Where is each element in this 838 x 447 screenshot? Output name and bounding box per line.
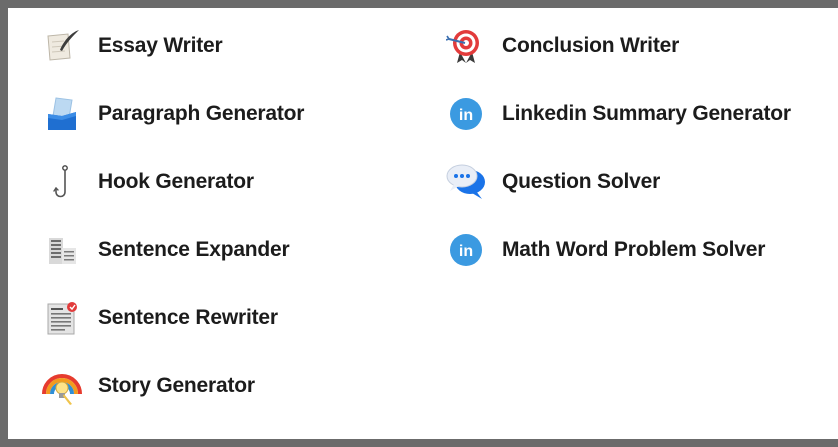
tool-label: Essay Writer (98, 34, 223, 57)
linkedin-icon: in (444, 228, 488, 272)
tool-list-panel: Essay Writer Paragraph Generator Hook Ge… (8, 8, 838, 439)
target-arrow-icon (444, 24, 488, 68)
tool-paragraph-generator[interactable]: Paragraph Generator (40, 92, 304, 136)
hook-icon (40, 160, 84, 204)
tool-essay-writer[interactable]: Essay Writer (40, 24, 223, 68)
tool-label: Sentence Rewriter (98, 306, 278, 329)
folder-page-icon (40, 92, 84, 136)
tool-math-word-problem-solver[interactable]: in Math Word Problem Solver (444, 228, 765, 272)
tool-label: Conclusion Writer (502, 34, 680, 57)
tool-label: Sentence Expander (98, 238, 290, 261)
tool-label: Math Word Problem Solver (502, 238, 766, 261)
tool-sentence-rewriter[interactable]: Sentence Rewriter (40, 296, 278, 340)
tool-label: Hook Generator (98, 170, 254, 193)
tool-question-solver[interactable]: Question Solver (444, 160, 660, 204)
tool-label: Story Generator (98, 374, 255, 397)
document-lines-icon (40, 228, 84, 272)
rainbow-lightbulb-icon (40, 364, 84, 408)
tool-label: Linkedin Summary Generator (502, 102, 791, 125)
tool-linkedin-summary-generator[interactable]: in Linkedin Summary Generator (444, 92, 791, 136)
svg-text:in: in (459, 243, 473, 260)
newspaper-pen-icon (40, 296, 84, 340)
linkedin-icon: in (444, 92, 488, 136)
tool-conclusion-writer[interactable]: Conclusion Writer (444, 24, 679, 68)
tool-label: Paragraph Generator (98, 102, 305, 125)
quill-page-icon (40, 24, 84, 68)
tool-sentence-expander[interactable]: Sentence Expander (40, 228, 290, 272)
tool-label: Question Solver (502, 170, 661, 193)
svg-text:in: in (459, 107, 473, 124)
tool-story-generator[interactable]: Story Generator (40, 364, 255, 408)
tool-hook-generator[interactable]: Hook Generator (40, 160, 254, 204)
speech-bubbles-icon (444, 160, 488, 204)
